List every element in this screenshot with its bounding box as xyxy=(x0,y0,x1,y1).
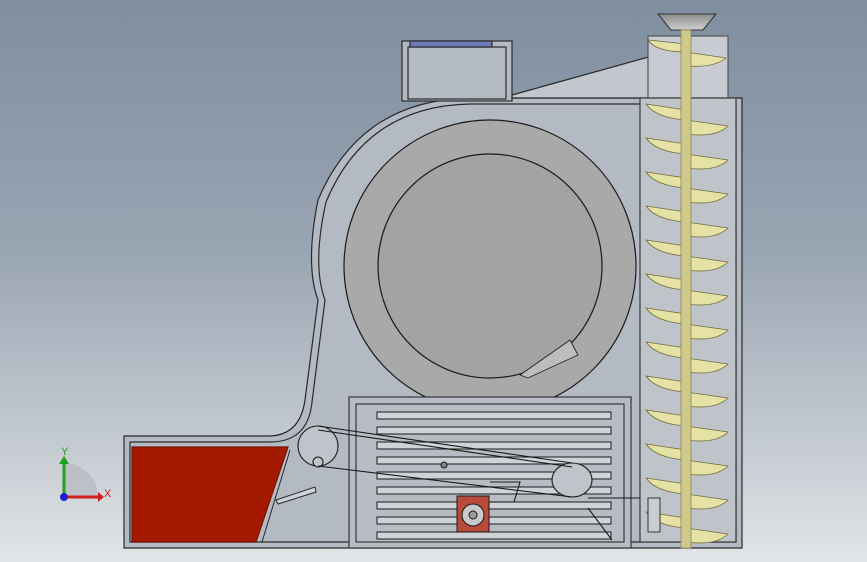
graphics-viewport[interactable]: X Y xyxy=(0,0,867,562)
drum-assembly xyxy=(343,119,637,413)
triad-arc xyxy=(64,463,98,497)
top-chute-window xyxy=(409,40,493,48)
auger-funnel xyxy=(656,13,718,31)
driven-pulley xyxy=(551,462,593,498)
grille-slat xyxy=(376,531,612,540)
grille-slat xyxy=(376,426,612,435)
top-chute xyxy=(401,40,513,102)
gear-motor xyxy=(456,495,490,533)
triad-origin xyxy=(60,493,68,501)
belt-center-bolt xyxy=(440,461,448,469)
grille-slat xyxy=(376,516,612,525)
auger-bearing xyxy=(647,497,661,533)
grille-slat xyxy=(376,411,612,420)
triad-x-label: X xyxy=(104,488,112,500)
motor-shaft xyxy=(468,510,478,520)
grille-slat xyxy=(376,501,612,510)
grille-slat xyxy=(376,441,612,450)
model-canvas[interactable]: X Y xyxy=(0,0,867,562)
auger-shaft xyxy=(680,29,692,549)
sloped-cover xyxy=(511,55,653,99)
drive-pulley-hub xyxy=(312,456,324,468)
triad-y-label: Y xyxy=(61,446,69,458)
coordinate-triad-icon[interactable]: X Y xyxy=(59,446,112,502)
